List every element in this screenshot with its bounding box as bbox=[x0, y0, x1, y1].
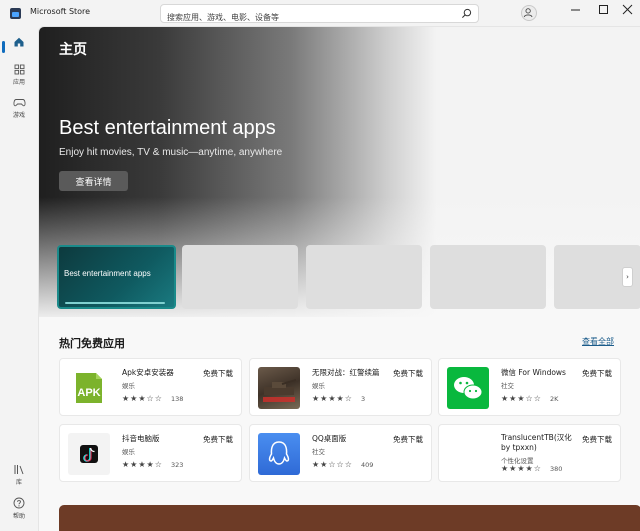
see-details-button[interactable]: 查看详情 bbox=[59, 171, 128, 191]
promo-banner[interactable] bbox=[59, 505, 640, 531]
rating-count: 380 bbox=[550, 465, 563, 473]
nav-item-help[interactable]: 帮助 bbox=[0, 497, 38, 531]
carousel-card-active[interactable]: Best entertainment apps bbox=[57, 245, 176, 309]
app-category: 社交 bbox=[312, 448, 325, 456]
app-card[interactable]: 无限对战：红警续篇 娱乐 免费下载 ★★★★☆ 3 bbox=[249, 358, 432, 416]
qq-icon bbox=[258, 433, 300, 475]
home-icon bbox=[14, 37, 24, 47]
window-title: Microsoft Store bbox=[30, 7, 91, 16]
rating-stars: ★★★☆☆ bbox=[501, 394, 542, 403]
svg-text:APK: APK bbox=[77, 387, 100, 399]
title-bar: Microsoft Store bbox=[0, 0, 640, 26]
page-title: 主页 bbox=[59, 42, 87, 58]
hero-title: Best entertainment apps bbox=[59, 117, 276, 139]
maximize-icon[interactable] bbox=[594, 3, 614, 17]
app-price: 免费下载 bbox=[582, 435, 612, 444]
rating-count: 409 bbox=[361, 461, 374, 469]
app-price: 免费下载 bbox=[203, 369, 233, 378]
rating-count: 3 bbox=[361, 395, 366, 403]
app-category: 娱乐 bbox=[122, 448, 135, 456]
nav-item-home[interactable] bbox=[0, 32, 38, 66]
section-title: 热门免费应用 bbox=[59, 337, 125, 350]
app-card[interactable]: 抖音电脑版 娱乐 免费下载 ★★★★☆ 323 bbox=[59, 424, 242, 482]
app-price: 免费下载 bbox=[203, 435, 233, 444]
apps-icon bbox=[14, 64, 24, 75]
carousel-card[interactable] bbox=[430, 245, 546, 309]
app-card[interactable]: APK Apk安卓安装器 娱乐 免费下载 ★★★☆☆ 138 bbox=[59, 358, 242, 416]
app-name: 抖音电脑版 bbox=[122, 434, 160, 443]
wechat-icon bbox=[447, 367, 489, 409]
app-name: QQ桌面版 bbox=[312, 434, 347, 443]
app-price: 免费下载 bbox=[393, 369, 423, 378]
carousel-card-title: Best entertainment apps bbox=[64, 269, 151, 278]
rating-stars: ★★★☆☆ bbox=[122, 394, 163, 403]
search-icon[interactable] bbox=[461, 8, 472, 19]
store-logo-icon bbox=[10, 8, 21, 19]
search-input[interactable] bbox=[161, 9, 441, 26]
nav-label-games: 游戏 bbox=[12, 112, 25, 119]
app-category: 娱乐 bbox=[312, 382, 325, 390]
rating-stars: ★★★★☆ bbox=[122, 460, 163, 469]
nav-item-library[interactable]: 库 bbox=[0, 464, 38, 498]
nav-item-games[interactable]: 游戏 bbox=[0, 97, 38, 131]
rating-count: 138 bbox=[171, 395, 184, 403]
app-category: 社交 bbox=[501, 382, 514, 390]
gamepad-icon bbox=[12, 99, 26, 107]
nav-label-library: 库 bbox=[15, 479, 22, 486]
app-price: 免费下载 bbox=[393, 435, 423, 444]
translucenttb-icon bbox=[447, 433, 489, 475]
nav-item-apps[interactable]: 应用 bbox=[0, 64, 38, 98]
carousel-card[interactable] bbox=[182, 245, 298, 309]
search-box[interactable] bbox=[160, 4, 479, 26]
rating-count: 2K bbox=[550, 395, 559, 403]
side-nav: 应用 游戏 库 帮助 bbox=[0, 26, 38, 531]
library-icon bbox=[14, 465, 24, 475]
app-name: TranslucentTB(汉化 by tpxxn) bbox=[501, 433, 572, 452]
carousel-card[interactable] bbox=[306, 245, 422, 309]
nav-active-indicator bbox=[2, 41, 5, 53]
main-content: 主页 Best entertainment apps Enjoy hit mov… bbox=[38, 26, 640, 531]
help-icon bbox=[13, 497, 25, 509]
douyin-icon bbox=[68, 433, 110, 475]
app-name: Apk安卓安装器 bbox=[122, 368, 174, 377]
app-category: 娱乐 bbox=[122, 382, 135, 390]
apk-icon: APK bbox=[68, 367, 110, 409]
game-icon bbox=[258, 367, 300, 409]
app-card[interactable]: 微信 For Windows 社交 免费下载 ★★★☆☆ 2K bbox=[438, 358, 621, 416]
app-name: 微信 For Windows bbox=[501, 368, 566, 377]
close-icon[interactable] bbox=[618, 3, 638, 17]
nav-label-help: 帮助 bbox=[12, 513, 25, 520]
carousel-next-icon[interactable]: › bbox=[622, 267, 633, 287]
rating-stars: ★★★★☆ bbox=[312, 394, 353, 403]
app-card[interactable]: TranslucentTB(汉化 by tpxxn) 个性化设置 免费下载 ★★… bbox=[438, 424, 621, 482]
minimize-icon[interactable] bbox=[566, 3, 586, 17]
carousel-progress bbox=[65, 302, 165, 304]
nav-label-apps: 应用 bbox=[12, 79, 25, 86]
app-price: 免费下载 bbox=[582, 369, 612, 378]
rating-stars: ★★☆☆☆ bbox=[312, 460, 353, 469]
rating-count: 323 bbox=[171, 461, 184, 469]
see-all-link[interactable]: 查看全部 bbox=[582, 336, 614, 347]
hero-subtitle: Enjoy hit movies, TV & music—anytime, an… bbox=[59, 147, 283, 158]
app-name: 无限对战：红警续篇 bbox=[312, 368, 380, 377]
app-card[interactable]: QQ桌面版 社交 免费下载 ★★☆☆☆ 409 bbox=[249, 424, 432, 482]
rating-stars: ★★★★☆ bbox=[501, 464, 542, 473]
user-avatar-icon[interactable] bbox=[521, 5, 537, 21]
